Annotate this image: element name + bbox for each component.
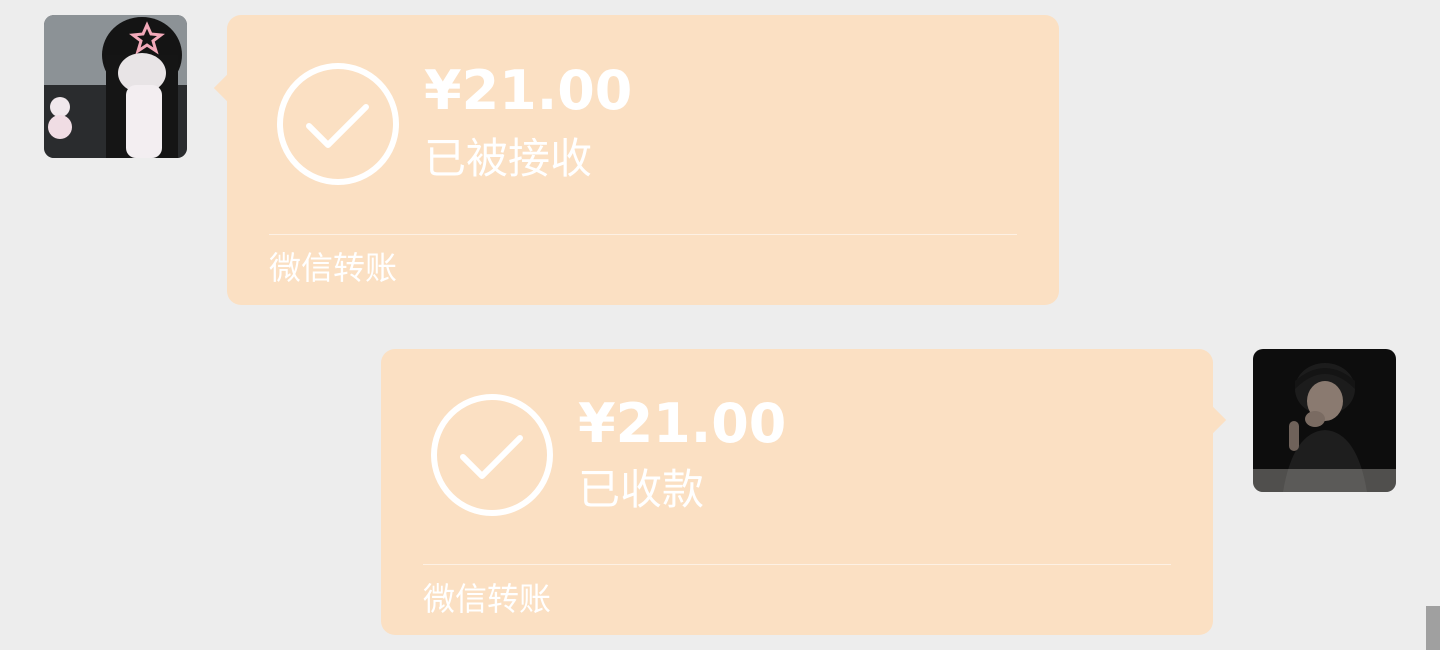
transfer-bubble-received[interactable]: ¥21.00 已被接收 微信转账 bbox=[213, 15, 1059, 305]
transfer-source-label: 微信转账 bbox=[269, 249, 398, 287]
check-circle-icon bbox=[277, 63, 399, 185]
transfer-amount: ¥21.00 bbox=[424, 59, 633, 122]
bubble-tail bbox=[213, 73, 243, 103]
transfer-status: 已被接收 bbox=[424, 134, 593, 183]
transfer-source-label: 微信转账 bbox=[423, 580, 552, 618]
chat-window: ¥21.00 已被接收 微信转账 ¥21.00 已收款 微信转账 bbox=[0, 0, 1440, 650]
scrollbar-thumb[interactable] bbox=[1426, 606, 1440, 650]
avatar[interactable] bbox=[1253, 349, 1396, 492]
divider bbox=[423, 564, 1171, 565]
check-circle-icon bbox=[431, 394, 553, 516]
transfer-status: 已收款 bbox=[578, 465, 705, 514]
bubble-tail bbox=[1197, 405, 1227, 435]
divider bbox=[269, 234, 1017, 235]
transfer-amount: ¥21.00 bbox=[578, 392, 787, 455]
avatar[interactable] bbox=[44, 15, 187, 158]
transfer-bubble-sent[interactable]: ¥21.00 已收款 微信转账 bbox=[381, 349, 1227, 635]
